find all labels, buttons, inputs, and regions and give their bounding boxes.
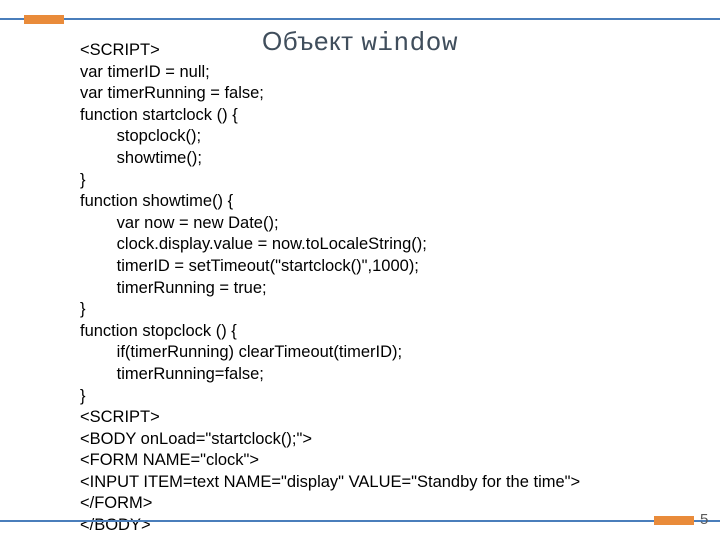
code-listing: <SCRIPT> var timerID = null; var timerRu… (80, 40, 580, 537)
page-number: 5 (700, 511, 708, 528)
top-border-line (0, 18, 720, 20)
bottom-accent-chip (654, 516, 694, 525)
bottom-border-line (0, 520, 720, 522)
top-accent-chip (24, 15, 64, 24)
